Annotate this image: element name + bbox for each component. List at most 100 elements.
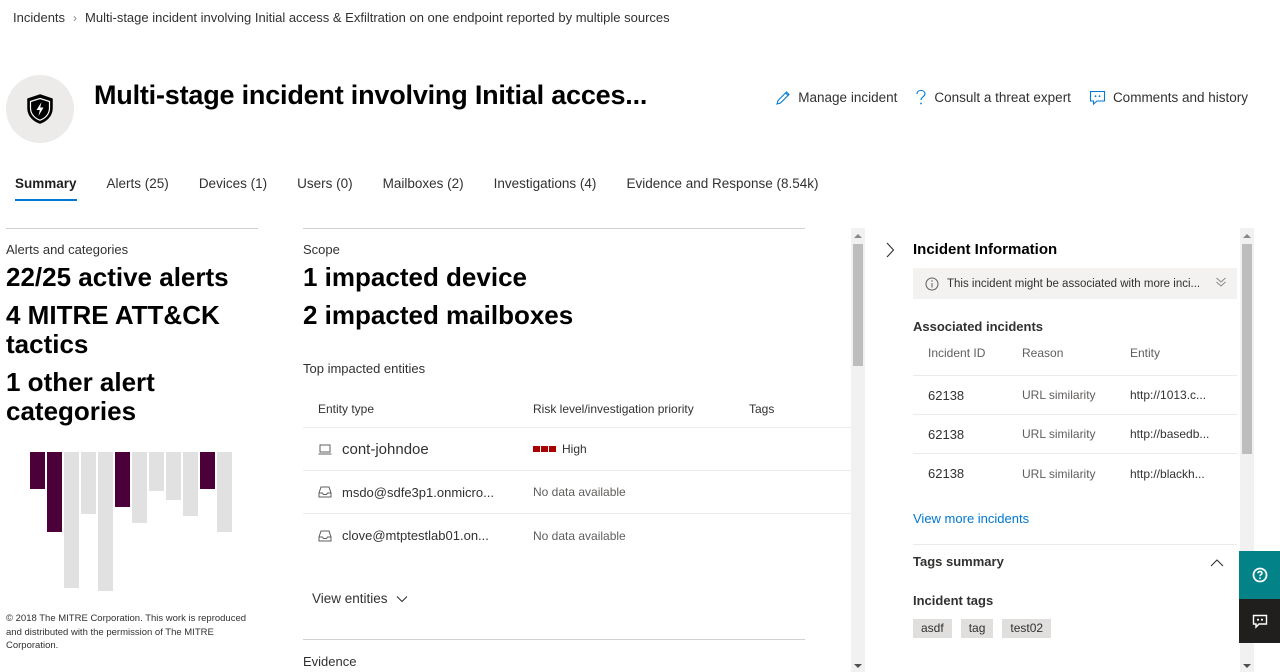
mitre-tactic-bar[interactable] <box>217 452 232 532</box>
mitre-tactic-bar[interactable] <box>30 452 45 489</box>
chevron-up-icon[interactable] <box>1210 558 1224 567</box>
incident-avatar <box>6 75 74 143</box>
mitre-tactic-bar[interactable] <box>200 452 215 489</box>
tab-summary[interactable]: Summary <box>15 176 77 201</box>
column-risk-level: Risk level/investigation priority <box>533 402 694 416</box>
entity-name: cont-johndoe <box>342 440 429 458</box>
active-alerts-stat[interactable]: 22/25 active alerts <box>6 263 258 292</box>
scroll-up-arrow[interactable] <box>1243 234 1251 238</box>
incident-id: 62138 <box>928 426 965 442</box>
comment-icon <box>1089 90 1105 105</box>
scroll-down-arrow[interactable] <box>854 664 862 668</box>
info-icon <box>925 277 939 290</box>
mailbox-icon <box>318 530 332 541</box>
help-icon <box>1252 567 1267 583</box>
tags-summary-label: Tags summary <box>913 554 1004 569</box>
header-actions: Manage incident Consult a threat expert … <box>775 89 1248 106</box>
chevron-right-icon[interactable] <box>885 242 895 258</box>
mitre-tactic-bar[interactable] <box>98 452 113 591</box>
table-row[interactable]: cont-johndoe High <box>303 428 851 471</box>
breadcrumb-current: Multi-stage incident involving Initial a… <box>85 10 670 25</box>
association-notice[interactable]: This incident might be associated with m… <box>913 268 1237 299</box>
breadcrumb-incidents-link[interactable]: Incidents <box>13 10 65 25</box>
mitre-tactic-bar[interactable] <box>81 452 96 514</box>
association-reason: URL similarity <box>1022 388 1096 402</box>
mailbox-icon <box>318 486 332 498</box>
impacted-mailboxes-stat: 2 impacted mailboxes <box>303 300 574 330</box>
table-row[interactable]: clove@mtptestlab01.on... No data availab… <box>303 514 851 557</box>
entity-name: msdo@sdfe3p1.onmicro... <box>342 484 494 500</box>
mitre-tactic-bar[interactable] <box>166 452 181 500</box>
scrollbar-thumb[interactable] <box>1242 244 1252 454</box>
tab-mailboxes[interactable]: Mailboxes (2) <box>383 176 464 201</box>
table-header: Entity type Risk level/investigation pri… <box>303 402 851 428</box>
section-divider <box>303 639 805 640</box>
mitre-copyright: © 2018 The MITRE Corporation. This work … <box>6 613 247 651</box>
incident-id: 62138 <box>928 387 965 403</box>
manage-incident-button[interactable]: Manage incident <box>775 89 897 106</box>
section-divider <box>913 544 1237 545</box>
manage-incident-label: Manage incident <box>798 90 898 105</box>
tag-chip: asdf <box>913 619 952 638</box>
column-entity-type: Entity type <box>318 402 375 416</box>
impacted-entities-table: Entity type Risk level/investigation pri… <box>303 402 851 557</box>
alerts-categories-label: Alerts and categories <box>6 242 129 257</box>
evidence-label: Evidence <box>303 654 357 669</box>
breadcrumb: Incidents › Multi-stage incident involvi… <box>13 10 670 25</box>
shield-lightning-icon <box>27 94 53 124</box>
mitre-tactics-chart <box>30 452 245 597</box>
scope-section: Scope 1 impacted device 2 impacted mailb… <box>303 228 851 672</box>
feedback-icon <box>1252 614 1267 629</box>
incident-information-panel: Incident Information This incident might… <box>913 228 1237 672</box>
association-notice-text: This incident might be associated with m… <box>947 277 1201 290</box>
scope-label: Scope <box>303 242 340 257</box>
incident-tags-label: Incident tags <box>913 593 994 608</box>
consult-threat-expert-button[interactable]: Consult a threat expert <box>915 89 1071 106</box>
table-row[interactable]: 62138 URL similarity http://1013.c... <box>913 376 1237 415</box>
entity-name: clove@mtptestlab01.on... <box>342 528 489 543</box>
comments-history-button[interactable]: Comments and history <box>1089 89 1248 106</box>
scroll-up-arrow[interactable] <box>854 234 862 238</box>
pencil-icon <box>776 90 791 105</box>
view-entities-button[interactable]: View entities <box>312 591 408 606</box>
tab-devices[interactable]: Devices (1) <box>199 176 267 201</box>
mitre-tactic-bar[interactable] <box>115 452 130 507</box>
table-row[interactable]: 62138 URL similarity http://basedb... <box>913 415 1237 454</box>
scroll-down-arrow[interactable] <box>1243 664 1251 668</box>
mitre-tactic-bar[interactable] <box>132 452 147 523</box>
double-chevron-down-icon[interactable] <box>1215 276 1227 288</box>
mitre-tactic-bar[interactable] <box>64 452 79 588</box>
incident-id: 62138 <box>928 466 965 481</box>
alerts-categories-section: Alerts and categories 22/25 active alert… <box>6 228 258 651</box>
consult-threat-expert-label: Consult a threat expert <box>934 90 1071 105</box>
other-categories-stat: 1 other alert categories <box>6 367 155 426</box>
tab-bar: Summary Alerts (25) Devices (1) Users (0… <box>15 176 819 201</box>
risk-level: High <box>562 442 587 456</box>
tag-chip: test02 <box>1002 619 1052 638</box>
tab-alerts[interactable]: Alerts (25) <box>107 176 169 201</box>
page-title: Multi-stage incident involving Initial a… <box>94 80 648 110</box>
feedback-button[interactable] <box>1239 599 1280 643</box>
risk-level: No data available <box>533 528 626 543</box>
column-reason: Reason <box>1022 346 1064 360</box>
table-row[interactable]: 62138 URL similarity http://blackh... <box>913 454 1237 493</box>
table-header: Incident ID Reason Entity <box>913 346 1237 376</box>
chevron-down-icon <box>396 595 407 602</box>
association-reason: URL similarity <box>1022 466 1096 481</box>
mitre-tactic-bar[interactable] <box>183 452 198 516</box>
impacted-devices-stat: 1 impacted device <box>303 262 527 292</box>
associated-incidents-label: Associated incidents <box>913 319 1044 334</box>
top-impacted-entities-label: Top impacted entities <box>303 361 426 376</box>
middle-scrollbar[interactable] <box>851 228 865 672</box>
tab-investigations[interactable]: Investigations (4) <box>494 176 597 201</box>
mitre-tactic-bar[interactable] <box>47 452 62 532</box>
tab-users[interactable]: Users (0) <box>297 176 353 201</box>
association-entity: http://basedb... <box>1130 427 1210 441</box>
help-button[interactable] <box>1239 551 1280 599</box>
tab-evidence-response[interactable]: Evidence and Response (8.54k) <box>626 176 818 201</box>
view-more-incidents-link[interactable]: View more incidents <box>913 511 1029 526</box>
mitre-tactic-bar[interactable] <box>149 452 164 491</box>
table-row[interactable]: msdo@sdfe3p1.onmicro... No data availabl… <box>303 471 851 514</box>
column-entity: Entity <box>1130 346 1161 360</box>
scrollbar-thumb[interactable] <box>853 244 863 366</box>
